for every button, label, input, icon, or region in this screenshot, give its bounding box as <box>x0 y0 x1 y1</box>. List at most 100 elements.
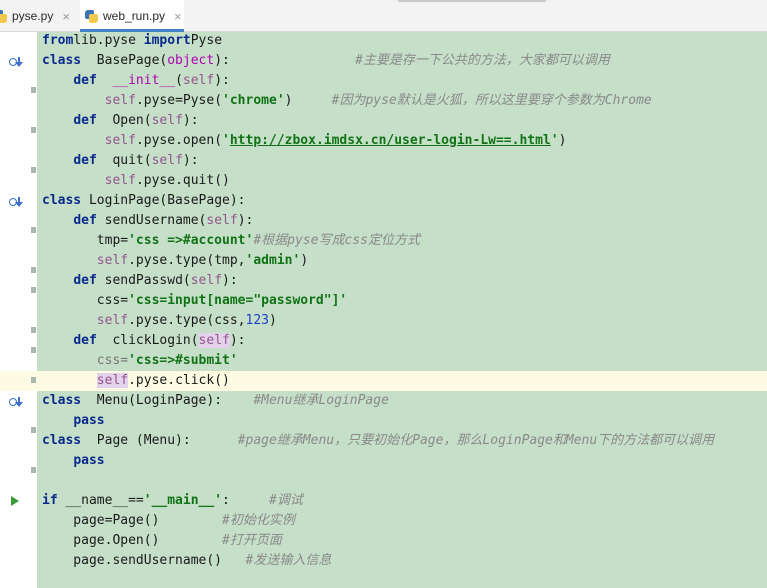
code-token: Page (Menu): <box>81 433 238 448</box>
tab-web-run-py[interactable]: web_run.py × <box>80 0 184 32</box>
fold-marker-icon[interactable] <box>31 467 36 473</box>
fold-marker-icon[interactable] <box>31 167 36 173</box>
self-token: self <box>96 253 129 268</box>
tab-pyse-py[interactable]: pyse.py × <box>0 0 76 32</box>
fold-marker-icon[interactable] <box>31 267 36 273</box>
code-line[interactable]: page.Open() #打开页面 <box>42 531 714 551</box>
code-line[interactable]: css='css=>#submit' <box>42 351 714 371</box>
keyword-token: def <box>73 273 97 288</box>
code-line[interactable]: def quit(self): <box>42 151 714 171</box>
code-line[interactable]: self.pyse.type(tmp,'admin') <box>42 251 714 271</box>
string-token: 'chrome' <box>222 93 285 108</box>
code-line[interactable] <box>42 471 714 491</box>
code-lines[interactable]: fromlib.pyse importPyse class BasePage(ob… <box>42 31 714 571</box>
keyword-token: class <box>42 433 82 448</box>
code-line[interactable]: class BasePage(object): #主要是存一下公共的方法，大家都… <box>42 51 714 71</box>
keyword-token: def <box>73 213 97 228</box>
override-marker-icon[interactable] <box>9 397 23 409</box>
comment-token: #初始化实例 <box>222 513 295 528</box>
string-token: 'css=input[name="password"]' <box>128 293 348 308</box>
code-line[interactable]: if __name__=='__main__': #调试 <box>42 491 714 511</box>
code-line[interactable]: class Menu(LoginPage): #Menu继承LoginPage <box>42 391 714 411</box>
keyword-token: import <box>143 33 191 48</box>
code-token: page.Open() <box>42 533 223 548</box>
string-token: ' <box>550 133 559 148</box>
code-line[interactable]: self.pyse.click() <box>42 371 714 391</box>
code-token: ): <box>182 153 199 168</box>
fold-marker-icon[interactable] <box>31 127 36 133</box>
code-token: .pyse.type(css, <box>128 313 246 328</box>
code-line[interactable]: self.pyse.open('http://zbox.imdsx.cn/use… <box>42 131 714 151</box>
builtin-token: __init__ <box>112 73 176 88</box>
code-token: ): <box>229 333 246 348</box>
tab-label: web_run.py <box>103 9 166 23</box>
code-token: ): <box>182 113 199 128</box>
close-icon[interactable]: × <box>62 9 70 24</box>
code-line[interactable]: self.pyse=Pyse('chrome') #因为pyse默认是火狐，所以… <box>42 91 714 111</box>
code-token: clickLogin( <box>96 333 199 348</box>
fold-marker-icon[interactable] <box>31 287 36 293</box>
code-line[interactable]: pass <box>42 451 714 471</box>
code-line[interactable]: self.pyse.quit() <box>42 171 714 191</box>
override-marker-icon[interactable] <box>9 57 23 69</box>
code-line[interactable]: css='css=input[name="password"]' <box>42 291 714 311</box>
code-line[interactable]: def __init__(self): <box>42 71 714 91</box>
code-token: ): <box>237 213 254 228</box>
fold-marker-icon[interactable] <box>31 227 36 233</box>
code-token: Pyse <box>190 33 223 48</box>
comment-token: #发送输入信息 <box>245 553 332 568</box>
builtin-token: object <box>167 53 215 68</box>
fold-marker-icon[interactable] <box>31 327 36 333</box>
code-token: ) <box>558 133 567 148</box>
code-token: ): <box>214 53 356 68</box>
self-token: self <box>206 213 238 228</box>
code-token: Menu(LoginPage): <box>81 393 254 408</box>
code-token: ) <box>284 93 332 108</box>
code-token: .pyse=Pyse( <box>135 93 223 108</box>
code-line[interactable]: tmp='css =>#account'#根据pyse写成css定位方式 <box>42 231 714 251</box>
string-token: 'admin' <box>245 253 301 268</box>
code-line[interactable]: class LoginPage(BasePage): <box>42 191 714 211</box>
code-token: page=Page() <box>42 513 223 528</box>
close-icon[interactable]: × <box>174 9 182 24</box>
code-line[interactable]: def sendPasswd(self): <box>42 271 714 291</box>
code-token: .pyse.type(tmp, <box>128 253 246 268</box>
code-line[interactable]: def Open(self): <box>42 111 714 131</box>
self-token: self <box>151 113 183 128</box>
override-marker-icon[interactable] <box>9 197 23 209</box>
code-line[interactable]: page.sendUsername() #发送输入信息 <box>42 551 714 571</box>
self-token: self <box>96 373 129 388</box>
self-token: self <box>96 313 129 328</box>
code-line[interactable]: def clickLogin(self): <box>42 331 714 351</box>
comment-token: #Menu继承LoginPage <box>253 393 389 408</box>
number-token: 123 <box>245 313 269 328</box>
code-token: .pyse.open( <box>135 133 223 148</box>
url-link[interactable]: http://zbox.imdsx.cn/user-login-Lw==.htm… <box>230 133 551 148</box>
code-token: lib.pyse <box>73 33 144 48</box>
run-icon[interactable] <box>11 496 19 506</box>
code-line[interactable]: class Page (Menu): #page继承Menu，只要初始化Page… <box>42 431 714 451</box>
fold-marker-icon[interactable] <box>31 427 36 433</box>
fold-marker-icon[interactable] <box>31 377 36 383</box>
code-line[interactable]: def sendUsername(self): <box>42 211 714 231</box>
keyword-token: def <box>73 153 97 168</box>
string-token: 'css=>#submit' <box>128 353 238 368</box>
code-line[interactable]: self.pyse.type(css,123) <box>42 311 714 331</box>
keyword-token: def <box>73 73 97 88</box>
fold-marker-icon[interactable] <box>31 87 36 93</box>
code-token: ( <box>175 73 183 88</box>
code-line[interactable]: page=Page() #初始化实例 <box>42 511 714 531</box>
fold-marker-icon[interactable] <box>31 347 36 353</box>
code-line[interactable]: fromlib.pyse importPyse <box>42 31 714 51</box>
code-line[interactable]: pass <box>42 411 714 431</box>
code-token: ): <box>214 73 230 88</box>
